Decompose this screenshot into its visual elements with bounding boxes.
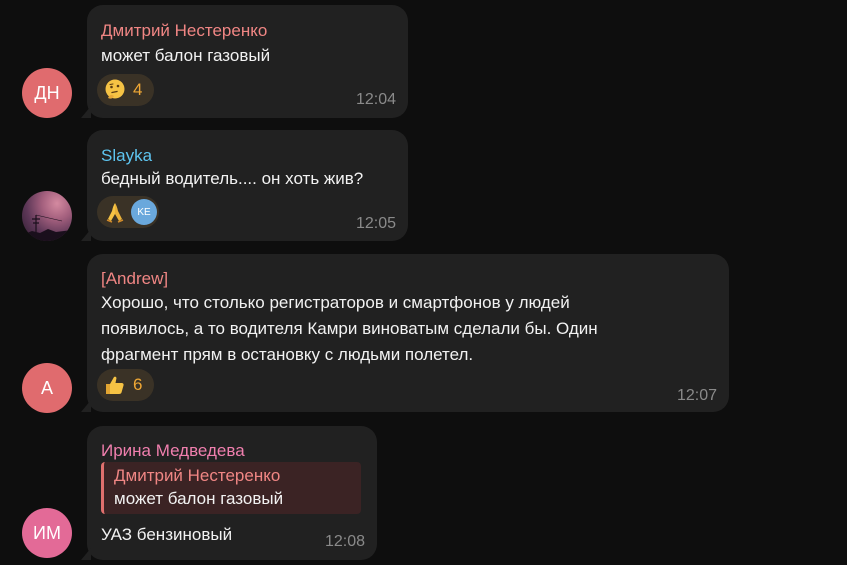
message-bubble[interactable]: Дмитрий Нестеренко может балон газовый 4… bbox=[81, 5, 408, 118]
thumbs-up-icon bbox=[106, 376, 124, 394]
avatar-dmitry[interactable]: ДН bbox=[22, 68, 72, 118]
message-text: может балон газовый bbox=[101, 46, 271, 65]
avatar-initials: ИМ bbox=[33, 522, 61, 543]
message-time: 12:08 bbox=[324, 533, 365, 550]
folded-hands-icon bbox=[106, 203, 124, 223]
message-bubble[interactable]: Slayka бедный водитель.... он хоть жив? … bbox=[81, 130, 408, 241]
sender-name[interactable]: Slayka bbox=[101, 146, 152, 166]
reaction-thumbs-up[interactable]: 6 bbox=[97, 369, 155, 401]
message-text: УАЗ бензиновый bbox=[101, 525, 233, 544]
avatar-initials: ДН bbox=[34, 82, 60, 103]
avatar-initials: A bbox=[40, 377, 53, 398]
reaction-count: 4 bbox=[133, 80, 143, 99]
sender-name[interactable]: Ирина Медведева bbox=[101, 441, 245, 461]
reaction-count: 6 bbox=[133, 375, 143, 394]
thinking-face-icon bbox=[105, 79, 125, 99]
avatar-andrew[interactable]: A bbox=[22, 363, 72, 413]
message-time: 12:04 bbox=[355, 91, 396, 108]
reaction-thinking[interactable]: 4 bbox=[97, 74, 155, 106]
avatar-slayka[interactable] bbox=[22, 191, 72, 241]
reaction-folded-hands[interactable]: KE bbox=[97, 196, 159, 228]
message-time: 12:07 bbox=[676, 387, 717, 404]
message-line: появилось, а то водителя Камри виноватым… bbox=[101, 319, 598, 338]
message-time: 12:05 bbox=[355, 215, 396, 232]
reactor-avatar: KE bbox=[131, 199, 157, 225]
message-line: фрагмент прям в остановку с людьми полет… bbox=[101, 345, 474, 364]
sender-name[interactable]: Дмитрий Нестеренко bbox=[101, 21, 267, 41]
message-line: Хорошо, что столько регистраторов и смар… bbox=[101, 293, 570, 312]
message-text: бедный водитель.... он хоть жив? bbox=[101, 169, 364, 188]
reply-text: может балон газовый bbox=[114, 489, 284, 508]
message-text: Хорошо, что столько регистраторов и смар… bbox=[101, 290, 598, 368]
reply-quote[interactable]: Дмитрий Нестеренко может балон газовый bbox=[101, 462, 361, 514]
message-bubble[interactable]: Ирина Медведева Дмитрий Нестеренко может… bbox=[81, 426, 377, 560]
photo-avatar-icon bbox=[22, 214, 72, 241]
sender-name[interactable]: [Andrew] bbox=[101, 269, 168, 289]
reply-sender: Дмитрий Нестеренко bbox=[114, 466, 281, 485]
avatar-irina[interactable]: ИМ bbox=[22, 508, 72, 558]
message-bubble[interactable]: [Andrew] Хорошо, что столько регистратор… bbox=[81, 254, 729, 412]
